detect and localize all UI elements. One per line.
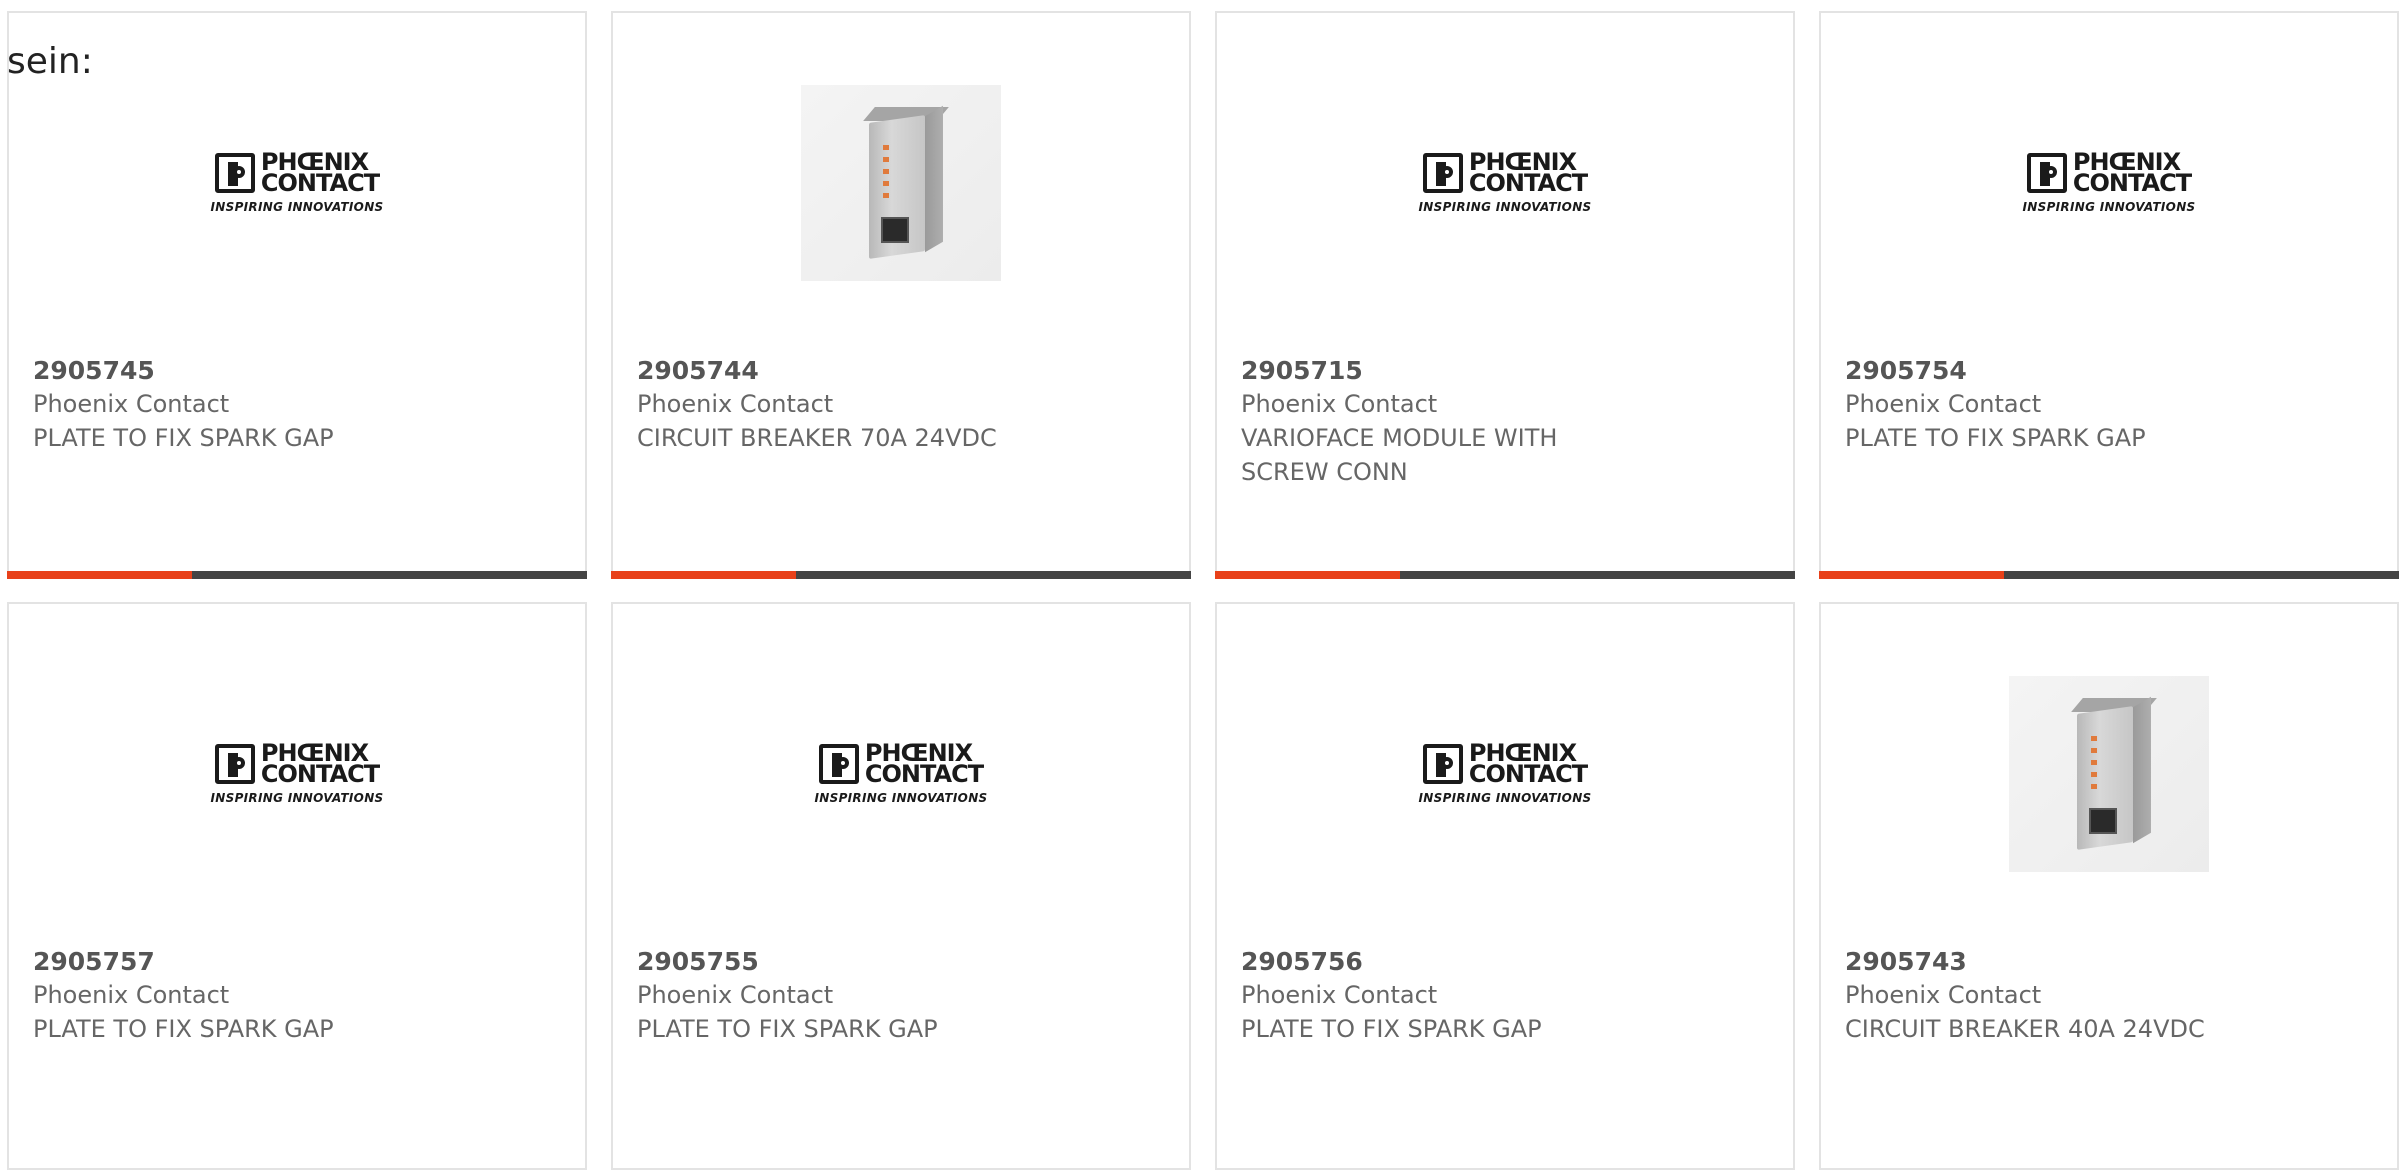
product-image[interactable]: PHŒNIX CONTACT INSPIRING INNOVATIONS [1217, 83, 1793, 283]
product-manufacturer: Phoenix Contact [1241, 981, 1438, 1009]
logo-mark-icon [2026, 153, 2067, 193]
product-card[interactable]: PHŒNIX CONTACT INSPIRING INNOVATIONS 290… [7, 11, 587, 579]
circuit-breaker-device-image [801, 85, 1001, 281]
product-description: PLATE TO FIX SPARK GAP [33, 1015, 334, 1043]
logo-tagline: INSPIRING INNOVATIONS [210, 791, 384, 805]
product-card[interactable]: PHŒNIX CONTACT INSPIRING INNOVATIONS 290… [1819, 11, 2399, 579]
logo-line2: CONTACT [864, 760, 984, 788]
logo-tagline: INSPIRING INNOVATIONS [210, 200, 384, 214]
product-image[interactable] [613, 83, 1189, 283]
product-manufacturer: Phoenix Contact [33, 390, 230, 418]
circuit-breaker-device-image [2009, 676, 2209, 872]
product-image[interactable]: PHŒNIX CONTACT INSPIRING INNOVATIONS [1821, 83, 2397, 283]
phoenix-contact-logo: PHŒNIX CONTACT INSPIRING INNOVATIONS [1418, 741, 1592, 805]
product-manufacturer: Phoenix Contact [1241, 390, 1438, 418]
product-description: PLATE TO FIX SPARK GAP [1241, 1015, 1542, 1043]
logo-line2: CONTACT [1468, 760, 1588, 788]
product-number[interactable]: 2905745 [33, 356, 155, 385]
logo-line2: CONTACT [1468, 169, 1588, 197]
phoenix-contact-logo: PHŒNIX CONTACT INSPIRING INNOVATIONS [1418, 150, 1592, 214]
logo-line2: CONTACT [260, 760, 380, 788]
product-image[interactable]: PHŒNIX CONTACT INSPIRING INNOVATIONS [9, 83, 585, 283]
product-card[interactable]: PHŒNIX CONTACT INSPIRING INNOVATIONS 290… [611, 602, 1191, 1170]
product-description: VARIOFACE MODULE WITH SCREW CONN [1241, 424, 1558, 486]
product-manufacturer: Phoenix Contact [1845, 981, 2042, 1009]
product-number[interactable]: 2905754 [1845, 356, 1967, 385]
product-card[interactable]: 2905743 Phoenix Contact CIRCUIT BREAKER … [1819, 602, 2399, 1170]
product-description: CIRCUIT BREAKER 40A 24VDC [1845, 1015, 2205, 1043]
product-manufacturer: Phoenix Contact [637, 390, 834, 418]
logo-line2: CONTACT [2072, 169, 2192, 197]
phoenix-contact-logo: PHŒNIX CONTACT INSPIRING INNOVATIONS [210, 741, 384, 805]
logo-tagline: INSPIRING INNOVATIONS [814, 791, 988, 805]
phoenix-contact-logo: PHŒNIX CONTACT INSPIRING INNOVATIONS [814, 741, 988, 805]
product-image[interactable]: PHŒNIX CONTACT INSPIRING INNOVATIONS [1217, 674, 1793, 874]
logo-tagline: INSPIRING INNOVATIONS [1418, 791, 1592, 805]
logo-mark-icon [818, 744, 859, 784]
product-manufacturer: Phoenix Contact [637, 981, 834, 1009]
logo-mark-icon [214, 744, 255, 784]
logo-mark-icon [1422, 153, 1463, 193]
intro-text: sein: [7, 41, 93, 82]
product-number[interactable]: 2905744 [637, 356, 759, 385]
card-bottom-bar [611, 571, 1191, 579]
product-card[interactable]: PHŒNIX CONTACT INSPIRING INNOVATIONS 290… [7, 602, 587, 1170]
phoenix-contact-logo: PHŒNIX CONTACT INSPIRING INNOVATIONS [2022, 150, 2196, 214]
card-bottom-bar [1819, 571, 2399, 579]
product-number[interactable]: 2905755 [637, 947, 759, 976]
product-number[interactable]: 2905715 [1241, 356, 1363, 385]
product-manufacturer: Phoenix Contact [1845, 390, 2042, 418]
card-bottom-bar [1215, 571, 1795, 579]
product-manufacturer: Phoenix Contact [33, 981, 230, 1009]
logo-tagline: INSPIRING INNOVATIONS [2022, 200, 2196, 214]
logo-tagline: INSPIRING INNOVATIONS [1418, 200, 1592, 214]
product-description: PLATE TO FIX SPARK GAP [33, 424, 334, 452]
product-number[interactable]: 2905743 [1845, 947, 1967, 976]
product-image[interactable]: PHŒNIX CONTACT INSPIRING INNOVATIONS [9, 674, 585, 874]
product-card[interactable]: 2905744 Phoenix Contact CIRCUIT BREAKER … [611, 11, 1191, 579]
product-description: CIRCUIT BREAKER 70A 24VDC [637, 424, 997, 452]
card-bottom-bar [7, 571, 587, 579]
product-description: PLATE TO FIX SPARK GAP [1845, 424, 2146, 452]
product-number[interactable]: 2905756 [1241, 947, 1363, 976]
logo-mark-icon [1422, 744, 1463, 784]
product-card[interactable]: PHŒNIX CONTACT INSPIRING INNOVATIONS 290… [1215, 602, 1795, 1170]
logo-line2: CONTACT [260, 169, 380, 197]
product-card[interactable]: PHŒNIX CONTACT INSPIRING INNOVATIONS 290… [1215, 11, 1795, 579]
logo-mark-icon [214, 153, 255, 193]
product-grid: PHŒNIX CONTACT INSPIRING INNOVATIONS 290… [7, 11, 2399, 1170]
product-image[interactable] [1821, 674, 2397, 874]
product-description: PLATE TO FIX SPARK GAP [637, 1015, 938, 1043]
product-number[interactable]: 2905757 [33, 947, 155, 976]
product-image[interactable]: PHŒNIX CONTACT INSPIRING INNOVATIONS [613, 674, 1189, 874]
phoenix-contact-logo: PHŒNIX CONTACT INSPIRING INNOVATIONS [210, 150, 384, 214]
